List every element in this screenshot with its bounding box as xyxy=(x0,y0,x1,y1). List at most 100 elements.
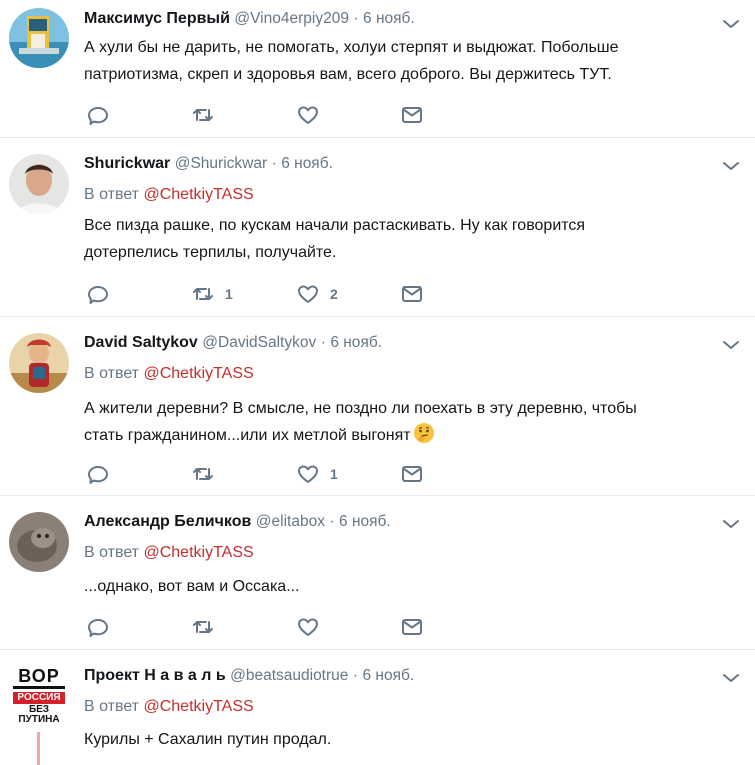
reply-mention-link[interactable]: @ChetkiyTASS xyxy=(143,186,253,203)
display-name[interactable]: Максимус Первый xyxy=(84,10,230,27)
like-button[interactable] xyxy=(296,103,330,127)
retweet-button[interactable] xyxy=(191,462,225,486)
heart-icon xyxy=(296,615,320,639)
message-button[interactable] xyxy=(400,103,424,127)
like-button[interactable] xyxy=(296,615,330,639)
avatar[interactable] xyxy=(9,333,69,393)
tweet-actions xyxy=(84,103,484,127)
reply-mention-link[interactable]: @ChetkiyTASS xyxy=(143,544,253,561)
text-line: дотерпелись терпилы, получайте. xyxy=(84,244,337,261)
tweet-text: ...однако, вот вам и Оссака... xyxy=(84,573,724,600)
envelope-icon xyxy=(400,103,424,127)
text-line: Курилы + Сахалин путин продал. xyxy=(84,731,332,748)
text-line: стать гражданином...или их метлой выгоня… xyxy=(84,427,411,444)
like-count: 2 xyxy=(330,286,338,302)
tweet-actions: 1 xyxy=(84,462,484,486)
avatar[interactable] xyxy=(9,512,69,572)
retweet-icon xyxy=(191,615,215,639)
text-line: А хули бы не дарить, не помогать, холуи … xyxy=(84,39,619,56)
text-line: Все пизда рашке, по кускам начали растас… xyxy=(84,217,586,234)
timestamp[interactable]: 6 нояб. xyxy=(281,155,333,172)
username[interactable]: @DavidSaltykov xyxy=(202,334,316,351)
reply-prefix: В ответ xyxy=(84,698,140,715)
retweet-icon xyxy=(191,282,215,306)
avatar-text-bottom: ПУТИНА xyxy=(18,714,60,725)
heart-icon xyxy=(296,282,320,306)
reply-prefix: В ответ xyxy=(84,365,140,382)
separator: · xyxy=(329,513,335,530)
retweet-button[interactable]: 1 xyxy=(191,282,233,306)
heart-icon xyxy=(296,103,320,127)
tweet-text: А жители деревни? В смысле, не поздно ли… xyxy=(84,395,724,449)
avatar-text-top: ВОР xyxy=(18,666,60,686)
reply-icon xyxy=(86,615,110,639)
reply-context: В ответ @ChetkiyTASS xyxy=(84,365,254,383)
reply-button[interactable] xyxy=(86,615,110,639)
retweet-icon xyxy=(191,462,215,486)
avatar-divider xyxy=(13,686,65,689)
heart-icon xyxy=(296,462,320,486)
reply-button[interactable] xyxy=(86,103,110,127)
username[interactable]: @Shurickwar xyxy=(175,155,267,172)
chevron-down-icon[interactable] xyxy=(721,335,741,355)
tweet[interactable]: Максимус Первый @Vino4erpiy209 · 6 нояб.… xyxy=(0,0,755,138)
display-name[interactable]: Проект Н а в а л ь xyxy=(84,667,226,684)
chevron-down-icon[interactable] xyxy=(721,668,741,688)
avatar[interactable]: ВОР РОССИЯ БЕЗ ПУТИНА xyxy=(9,666,69,726)
reply-button[interactable] xyxy=(86,462,110,486)
reply-button[interactable] xyxy=(86,282,110,306)
display-name[interactable]: David Saltykov xyxy=(84,334,198,351)
avatar[interactable] xyxy=(9,154,69,214)
reply-context: В ответ @ChetkiyTASS xyxy=(84,544,254,562)
thread-line xyxy=(37,732,40,765)
tweet-header: Проект Н а в а л ь @beatsaudiotrue · 6 н… xyxy=(84,667,414,685)
reply-context: В ответ @ChetkiyTASS xyxy=(84,186,254,204)
envelope-icon xyxy=(400,615,424,639)
message-button[interactable] xyxy=(400,282,424,306)
message-button[interactable] xyxy=(400,615,424,639)
tweet-text: Курилы + Сахалин путин продал. xyxy=(84,726,724,753)
avatar-text-middle: РОССИЯ xyxy=(13,692,65,704)
retweet-count: 1 xyxy=(225,286,233,302)
separator: · xyxy=(353,10,359,27)
separator: · xyxy=(271,155,277,172)
tweet-text: А хули бы не дарить, не помогать, холуи … xyxy=(84,34,724,88)
tweet[interactable]: Shurickwar @Shurickwar · 6 нояб. В ответ… xyxy=(0,138,755,317)
reply-mention-link[interactable]: @ChetkiyTASS xyxy=(143,698,253,715)
username[interactable]: @Vino4erpiy209 xyxy=(234,10,349,27)
envelope-icon xyxy=(400,282,424,306)
display-name[interactable]: Shurickwar xyxy=(84,155,170,172)
tweet[interactable]: David Saltykov @DavidSaltykov · 6 нояб. … xyxy=(0,317,755,496)
display-name[interactable]: Александр Беличков xyxy=(84,513,251,530)
text-line: ...однако, вот вам и Оссака... xyxy=(84,578,300,595)
timestamp[interactable]: 6 нояб. xyxy=(339,513,391,530)
tweet[interactable]: Александр Беличков @elitabox · 6 нояб. В… xyxy=(0,496,755,650)
timestamp[interactable]: 6 нояб. xyxy=(363,10,415,27)
separator: · xyxy=(320,334,326,351)
like-button[interactable]: 1 xyxy=(296,462,338,486)
retweet-button[interactable] xyxy=(191,615,225,639)
timestamp[interactable]: 6 нояб. xyxy=(330,334,382,351)
message-button[interactable] xyxy=(400,462,424,486)
retweet-button[interactable] xyxy=(191,103,225,127)
reply-prefix: В ответ xyxy=(84,544,140,561)
chevron-down-icon[interactable] xyxy=(721,156,741,176)
chevron-down-icon[interactable] xyxy=(721,14,741,34)
timestamp[interactable]: 6 нояб. xyxy=(362,667,414,684)
retweet-icon xyxy=(191,103,215,127)
like-count: 1 xyxy=(330,466,338,482)
text-line: патриотизма, скреп и здоровья вам, всего… xyxy=(84,66,612,83)
envelope-icon xyxy=(400,462,424,486)
reply-context: В ответ @ChetkiyTASS xyxy=(84,698,254,716)
tweet[interactable]: ВОР РОССИЯ БЕЗ ПУТИНА Проект Н а в а л ь… xyxy=(0,650,755,765)
tweet-header: David Saltykov @DavidSaltykov · 6 нояб. xyxy=(84,334,382,352)
avatar[interactable] xyxy=(9,8,69,68)
reply-icon xyxy=(86,462,110,486)
tweet-actions xyxy=(84,615,484,639)
like-button[interactable]: 2 xyxy=(296,282,338,306)
chevron-down-icon[interactable] xyxy=(721,514,741,534)
text-line-with-emoji: стать гражданином...или их метлой выгоня… xyxy=(84,422,724,449)
username[interactable]: @beatsaudiotrue xyxy=(230,667,348,684)
reply-mention-link[interactable]: @ChetkiyTASS xyxy=(143,365,253,382)
username[interactable]: @elitabox xyxy=(256,513,325,530)
